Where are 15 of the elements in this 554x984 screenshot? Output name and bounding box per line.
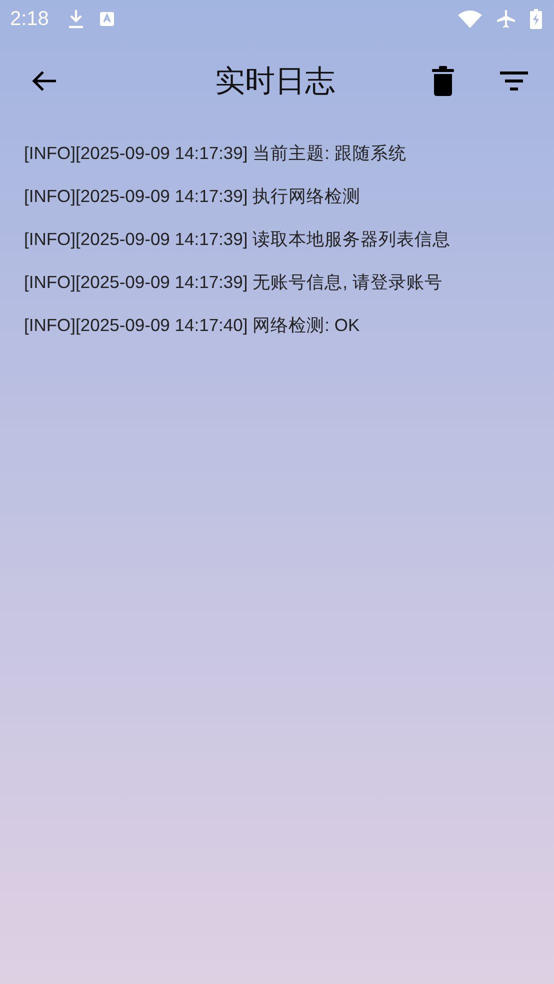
filter-icon[interactable] (500, 71, 528, 91)
airplane-icon (496, 9, 516, 29)
trash-icon[interactable] (432, 66, 454, 96)
wifi-icon (458, 10, 482, 28)
download-icon (66, 9, 85, 29)
log-entry: [INFO][2025-09-09 14:17:39] 执行网络检测 (24, 185, 361, 208)
app-notification-icon (98, 11, 115, 27)
log-entry: [INFO][2025-09-09 14:17:40] 网络检测: OK (24, 314, 360, 337)
log-entry: [INFO][2025-09-09 14:17:39] 读取本地服务器列表信息 (24, 228, 451, 251)
back-icon[interactable] (30, 69, 58, 93)
log-entry: [INFO][2025-09-09 14:17:39] 无账号信息, 请登录账号 (24, 271, 442, 294)
battery-icon (530, 9, 542, 29)
status-time: 2:18 (10, 8, 49, 30)
log-entry: [INFO][2025-09-09 14:17:39] 当前主题: 跟随系统 (24, 142, 406, 165)
page-title: 实时日志 (214, 62, 336, 100)
